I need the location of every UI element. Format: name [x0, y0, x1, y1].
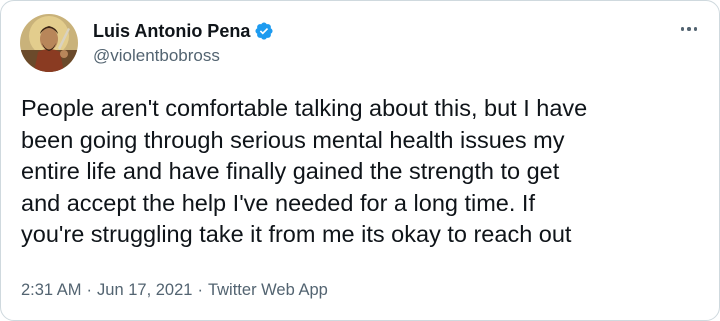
author-info: Luis Antonio Pena @violentbobross — [93, 18, 274, 68]
tweet-date[interactable]: Jun 17, 2021 — [97, 281, 192, 300]
more-dot — [680, 27, 685, 31]
display-name[interactable]: Luis Antonio Pena — [93, 21, 250, 42]
tweet-header: Luis Antonio Pena @violentbobross — [20, 13, 274, 73]
tweet-time[interactable]: 2:31 AM — [21, 281, 82, 300]
tweet-meta: 2:31 AM · Jun 17, 2021 · Twitter Web App — [21, 281, 328, 300]
more-dot — [687, 27, 691, 31]
tweet-text: People aren't comfortable talking about … — [21, 95, 588, 247]
tweet-card: Luis Antonio Pena @violentbobross People… — [0, 0, 720, 321]
avatar[interactable] — [20, 14, 78, 72]
more-options-icon[interactable] — [677, 19, 701, 39]
verified-badge-icon — [254, 21, 274, 41]
tweet-source[interactable]: Twitter Web App — [208, 281, 328, 300]
handle[interactable]: @violentbobross — [93, 44, 274, 68]
painted-portrait-avatar-image — [20, 14, 78, 72]
meta-separator: · — [197, 281, 203, 299]
meta-separator: · — [86, 281, 93, 299]
name-row: Luis Antonio Pena — [93, 18, 274, 44]
more-dot — [693, 27, 698, 31]
